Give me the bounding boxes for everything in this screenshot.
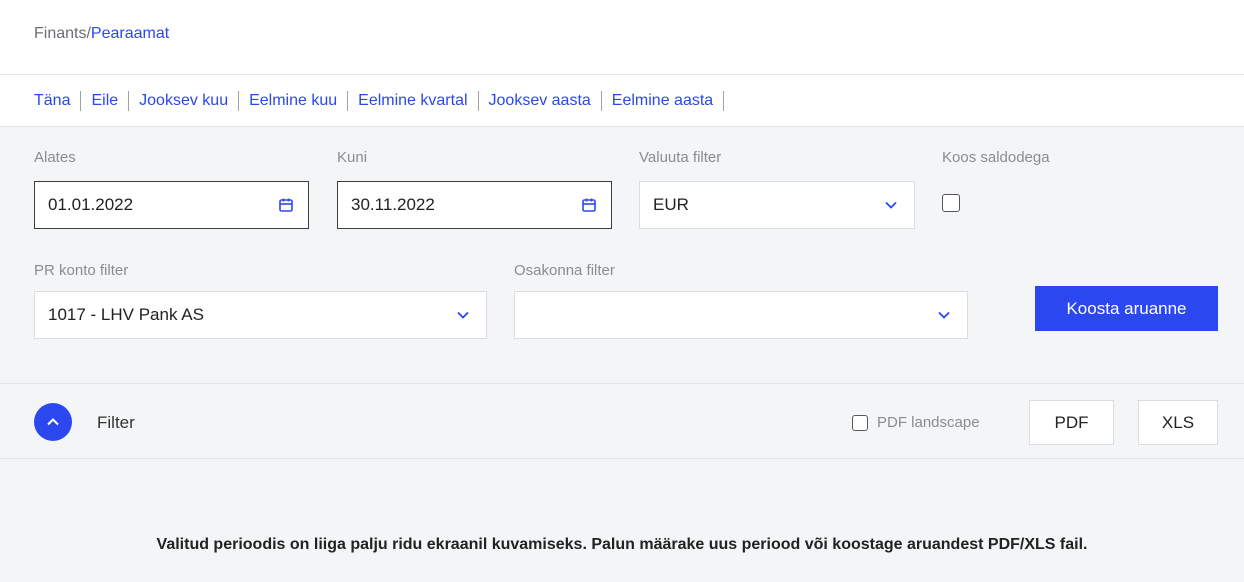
too-many-rows-message: Valitud perioodis on liiga palju ridu ek… — [156, 536, 1088, 553]
from-date-label: Alates — [34, 149, 76, 166]
department-select[interactable] — [514, 291, 968, 339]
balances-checkbox[interactable] — [942, 194, 960, 212]
chevron-down-icon — [938, 311, 950, 319]
generate-report-button[interactable]: Koosta aruanne — [1035, 286, 1218, 331]
from-date-input[interactable]: 01.01.2022 — [34, 181, 309, 229]
filter-toggle-label: Filter — [97, 413, 135, 432]
currency-value: EUR — [653, 195, 689, 214]
filter-panel: Alates 01.01.2022 Kuni 30.11.2022 Valuut… — [0, 127, 1244, 383]
to-date-input[interactable]: 30.11.2022 — [337, 181, 612, 229]
to-date-label: Kuni — [337, 149, 368, 166]
period-yesterday[interactable]: Eile — [91, 90, 130, 111]
filter-toggle-button[interactable] — [34, 403, 72, 441]
from-date-value: 01.01.2022 — [48, 195, 134, 214]
to-date-value: 30.11.2022 — [351, 195, 435, 214]
account-value: 1017 - LHV Pank AS — [48, 305, 204, 324]
calendar-icon[interactable] — [278, 197, 294, 213]
breadcrumb-root[interactable]: Finants — [34, 25, 86, 42]
period-current-month[interactable]: Jooksev kuu — [139, 90, 240, 111]
breadcrumb: Finants/Pearaamat — [34, 25, 169, 43]
calendar-icon[interactable] — [581, 197, 597, 213]
period-today[interactable]: Täna — [34, 90, 82, 111]
account-filter-label: PR konto filter — [34, 262, 129, 279]
pdf-export-button[interactable]: PDF — [1029, 400, 1114, 445]
currency-select[interactable]: EUR — [639, 181, 915, 229]
pdf-landscape-option[interactable]: PDF landscape — [852, 414, 980, 431]
pdf-landscape-label: PDF landscape — [877, 414, 980, 431]
period-previous-month[interactable]: Eelmine kuu — [249, 90, 349, 111]
chevron-down-icon — [457, 311, 469, 319]
breadcrumb-current[interactable]: Pearaamat — [91, 25, 169, 42]
department-filter-label: Osakonna filter — [514, 262, 615, 279]
xls-export-button[interactable]: XLS — [1138, 400, 1218, 445]
period-shortcuts: Täna Eile Jooksev kuu Eelmine kuu Eelmin… — [0, 75, 1244, 127]
account-select[interactable]: 1017 - LHV Pank AS — [34, 291, 487, 339]
period-current-year[interactable]: Jooksev aasta — [489, 90, 602, 111]
chevron-down-icon — [885, 201, 897, 209]
balances-label: Koos saldodega — [942, 149, 1050, 166]
period-previous-quarter[interactable]: Eelmine kvartal — [358, 90, 479, 111]
period-previous-year[interactable]: Eelmine aasta — [612, 90, 725, 111]
currency-filter-label: Valuuta filter — [639, 149, 722, 166]
page-header: Finants/Pearaamat — [0, 0, 1244, 75]
report-toolbar: Filter PDF landscape PDF XLS — [0, 383, 1244, 459]
chevron-up-icon — [47, 418, 59, 426]
pdf-landscape-checkbox[interactable] — [852, 414, 868, 431]
